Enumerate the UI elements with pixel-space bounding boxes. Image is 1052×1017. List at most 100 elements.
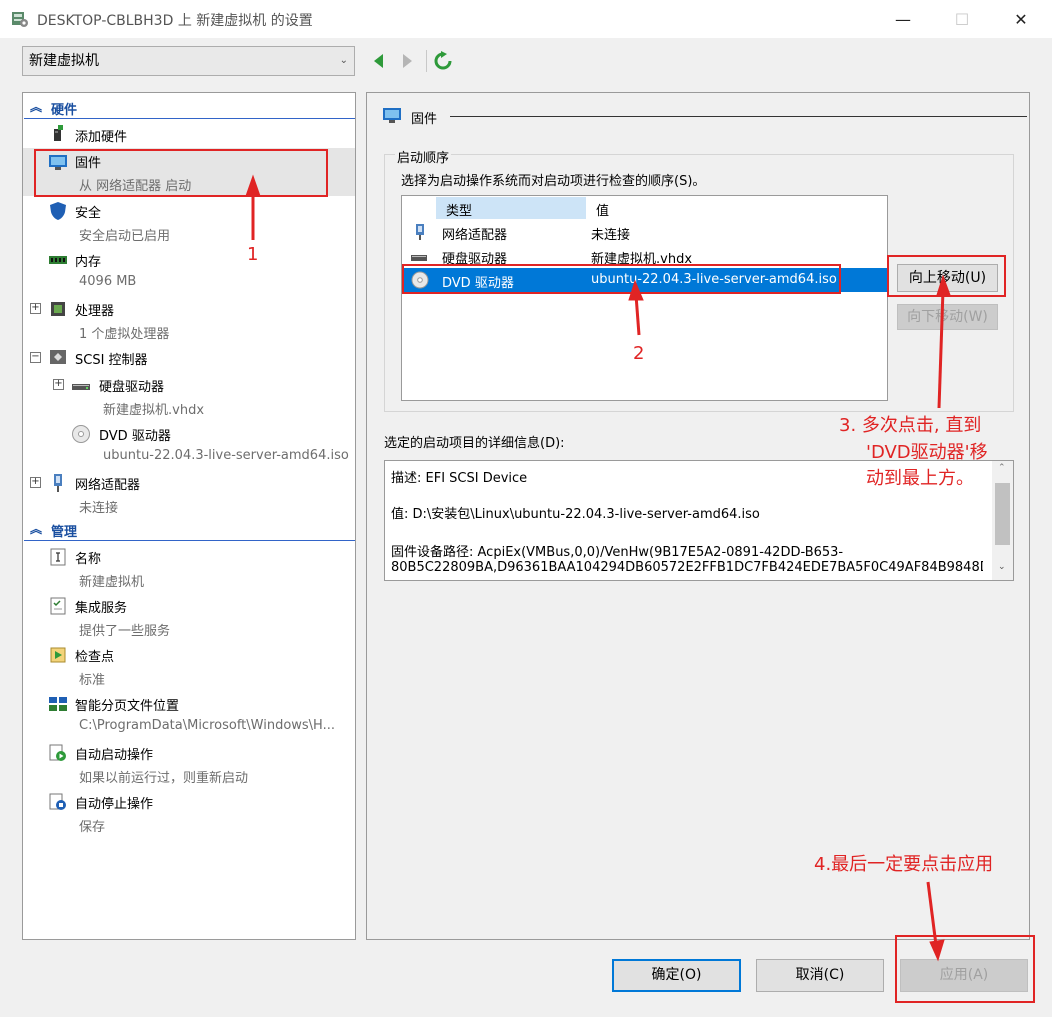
boot-row-type: 硬盘驱动器 [442,252,508,267]
sidebar-item-memory[interactable]: 内存 4096 MB [23,246,355,294]
annotation-3-line1: 3. 多次点击, 直到 [839,415,982,436]
minimize-icon: — [895,9,911,29]
column-header-label: 值 [596,204,610,219]
boot-row-hard-drive[interactable]: 硬盘驱动器 新建虚拟机.vhdx [402,244,887,268]
close-button[interactable]: ✕ [998,0,1044,38]
sidebar-item-hard-drive[interactable]: + 硬盘驱动器 新建虚拟机.vhdx [23,371,355,419]
back-arrow-icon[interactable] [369,50,389,72]
smart-paging-icon [49,697,67,711]
details-description: 描述: EFI SCSI Device [391,471,528,486]
sidebar-item-processor[interactable]: + 处理器 1 个虚拟处理器 [23,295,355,343]
expand-icon[interactable]: + [30,303,41,314]
sidebar-item-label: 自动启动操作 [75,748,154,763]
boot-order-list[interactable]: 类型 值 网络适配器 未连接 硬盘驱动器 新建虚拟机.vhdx DVD 驱动器 … [401,195,888,401]
sidebar-item-label: 检查点 [75,650,115,665]
sidebar-item-label: 网络适配器 [75,478,141,493]
ok-button[interactable]: 确定(O) [612,959,741,992]
sidebar-item-checkpoints[interactable]: 检查点 标准 [23,641,355,689]
firmware-monitor-icon [383,108,401,123]
integration-services-icon [50,597,66,615]
sidebar-item-firmware[interactable]: 固件 从 网络适配器 启动 [23,148,355,196]
minimize-button[interactable]: — [880,0,926,38]
refresh-icon[interactable] [433,50,453,72]
name-field-icon [50,548,66,566]
sidebar-item-label: SCSI 控制器 [75,353,148,368]
sidebar-item-sublabel: 4096 MB [79,274,137,289]
details-device-path-line2: 80B5C22809BA,D96361BAA104294DB60572E2FFB… [391,560,983,575]
scsi-controller-icon [50,350,66,364]
scrollbar-thumb[interactable] [995,483,1010,545]
management-header-label: 管理 [51,525,78,540]
maximize-icon: ☐ [954,9,970,29]
move-down-button: 向下移动(W) [897,304,998,330]
boot-row-network[interactable]: 网络适配器 未连接 [402,220,887,244]
sidebar-item-integration-services[interactable]: 集成服务 提供了一些服务 [23,592,355,640]
firmware-settings-panel: 固件 启动顺序 选择为启动操作系统而对启动项进行检查的顺序(S)。 类型 值 网… [366,92,1030,940]
boot-row-value: ubuntu-22.04.3-live-server-amd64.iso [591,272,837,287]
boot-order-instruction: 选择为启动操作系统而对启动项进行检查的顺序(S)。 [401,174,706,189]
sidebar-item-add-hardware[interactable]: 添加硬件 [23,121,355,147]
sidebar-item-network-adapter[interactable]: + 网络适配器 未连接 [23,469,355,517]
add-hardware-icon [54,125,63,141]
header-divider [450,116,1027,117]
sidebar-item-dvd-drive[interactable]: DVD 驱动器 ubuntu-22.04.3-live-server-amd64… [23,420,355,468]
hard-drive-icon [411,255,427,261]
scroll-up-icon[interactable]: ⌃ [998,463,1006,473]
boot-row-dvd-drive[interactable]: DVD 驱动器 ubuntu-22.04.3-live-server-amd64… [402,268,887,292]
sidebar-item-security[interactable]: 安全 安全启动已启用 [23,197,355,245]
column-header-type[interactable]: 类型 [436,197,586,219]
hardware-section-header[interactable]: ︽ 硬件 [24,95,355,119]
sidebar-item-auto-start[interactable]: 自动启动操作 如果以前运行过，则重新启动 [23,739,355,787]
sidebar-item-label: 智能分页文件位置 [75,699,180,714]
collapse-tree-icon[interactable]: − [30,352,41,363]
title-bar: DESKTOP-CBLBH3D 上 新建虚拟机 的设置 — ☐ ✕ [0,0,1052,38]
vm-select-dropdown[interactable]: 新建虚拟机 ⌄ [22,46,355,76]
details-device-path-line1: 固件设备路径: AcpiEx(VMBus,0,0)/VenHw(9B17E5A2… [391,545,844,560]
boot-row-value: 新建虚拟机.vhdx [591,252,693,267]
sidebar-item-name[interactable]: 名称 新建虚拟机 [23,543,355,591]
sidebar-item-sublabel: C:\ProgramData\Microsoft\Windows\H... [79,718,336,733]
sidebar-item-label: 硬盘驱动器 [99,380,165,395]
column-header-value[interactable]: 值 [587,197,887,219]
sidebar-item-smart-paging[interactable]: 智能分页文件位置 C:\ProgramData\Microsoft\Window… [23,690,355,738]
cancel-button[interactable]: 取消(C) [756,959,884,992]
expand-icon[interactable]: + [30,477,41,488]
annotation-2: 2 [633,343,645,364]
arrow-4-head [929,939,945,962]
details-scrollbar[interactable]: ⌃ ⌄ [992,461,1013,580]
annotation-1: 1 [247,244,259,265]
vm-select-value: 新建虚拟机 [29,53,99,69]
forward-arrow-icon[interactable] [397,50,417,72]
sidebar-item-sublabel: ubuntu-22.04.3-live-server-amd64.iso [103,448,349,463]
move-up-button[interactable]: 向上移动(U) [897,264,998,292]
sidebar-item-sublabel: 新建虚拟机.vhdx [103,403,205,418]
sidebar-item-scsi-controller[interactable]: − SCSI 控制器 [23,344,355,370]
sidebar-item-label: 自动停止操作 [75,797,154,812]
network-adapter-icon [416,224,424,240]
boot-row-type: DVD 驱动器 [442,276,514,291]
collapse-icon: ︽ [30,100,43,114]
boot-row-type: 网络适配器 [442,228,508,243]
firmware-header-title: 固件 [411,112,438,127]
scroll-down-icon[interactable]: ⌄ [998,562,1006,572]
sidebar-item-label: 处理器 [75,304,115,319]
sidebar-item-label: 添加硬件 [75,130,128,145]
sidebar-item-sublabel: 安全启动已启用 [79,229,171,244]
annotation-3-line3: 动到最上方。 [866,468,974,489]
apply-button[interactable]: 应用(A) [900,959,1028,992]
boot-row-value: 未连接 [591,228,631,243]
chevron-down-icon: ⌄ [339,55,348,66]
boot-order-group-label: 启动顺序 [395,147,452,166]
annotation-4: 4.最后一定要点击应用 [814,854,994,875]
sidebar-item-sublabel: 提供了一些服务 [79,624,171,639]
settings-tree: ︽ 硬件 添加硬件 固件 从 网络适配器 启动 安全 安全启动已启用 内存 40… [22,92,356,940]
expand-icon[interactable]: + [53,379,64,390]
processor-icon [51,302,65,316]
management-section-header[interactable]: ︽ 管理 [24,517,355,541]
shield-icon [50,202,66,220]
sidebar-item-label: 固件 [75,156,102,171]
sidebar-item-auto-stop[interactable]: 自动停止操作 保存 [23,788,355,836]
toolbar-separator [426,50,427,72]
checkpoint-icon [50,647,66,663]
sidebar-item-sublabel: 从 网络适配器 启动 [79,179,192,194]
